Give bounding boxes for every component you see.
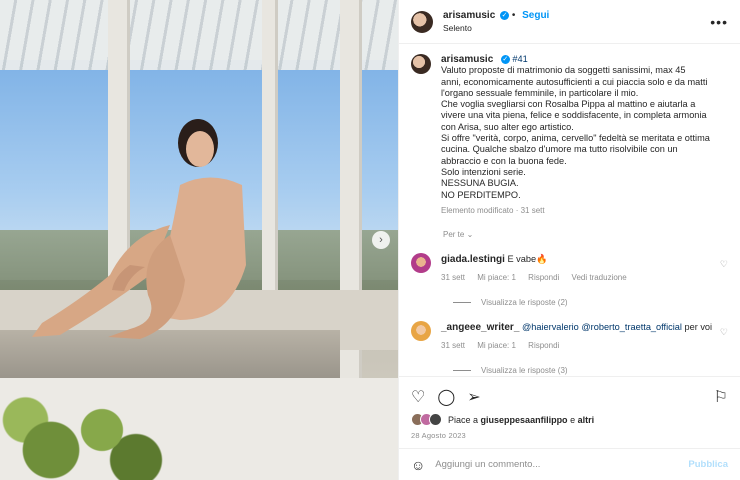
liker-avatars — [411, 413, 442, 426]
comment-username[interactable]: _angeee_writer_ — [441, 322, 519, 333]
separator-dot: • — [511, 10, 519, 21]
caption-line: Valuto proposte di matrimonio da soggett… — [441, 65, 686, 76]
comments-list[interactable]: arisamusic ✓ #41 Valuto proposte di matr… — [399, 44, 740, 376]
comment-time: 31 sett — [441, 273, 466, 283]
likes-user[interactable]: giuseppesaanfilippo — [481, 415, 568, 425]
likes-prefix: Piace a — [448, 414, 479, 425]
caption-body: arisamusic ✓ #41 Valuto proposte di matr… — [441, 54, 710, 216]
likes-others[interactable]: altri — [578, 415, 595, 425]
header-username[interactable]: arisamusic — [443, 10, 495, 21]
chevron-right-icon: › — [379, 234, 383, 246]
comment-item: giada.lestingi E vabe🔥 31 sett Mi piace:… — [411, 253, 728, 284]
reply-button[interactable]: Rispondi — [528, 273, 559, 282]
caption-line: l'organo sessuale femminile, in particol… — [441, 87, 639, 98]
avatar[interactable] — [411, 253, 431, 274]
heart-icon[interactable]: ♡ — [720, 259, 728, 270]
publish-button[interactable]: Pubblica — [688, 459, 728, 470]
avatar[interactable] — [411, 10, 433, 33]
caption-username[interactable]: arisamusic — [441, 54, 493, 65]
post-header: arisamusic ✓ • Segui Selento ••• — [399, 0, 740, 44]
seated-person-figure — [32, 119, 246, 339]
comment-meta: 31 sett Mi piace: 1 Rispondi — [441, 340, 728, 352]
caption-line: abbraccio e con la buona fede. — [441, 155, 567, 166]
add-comment-bar: ☺ Pubblica — [399, 448, 740, 480]
verified-badge-icon: ✓ — [500, 55, 510, 65]
hashtag-link[interactable]: #41 — [512, 54, 527, 64]
caption-line: Solo intenzioni serie. — [441, 166, 526, 177]
caption-line: anni, economicamente autosufficienti a c… — [441, 76, 708, 87]
header-info: arisamusic ✓ • Segui Selento — [443, 10, 710, 33]
pillar — [340, 0, 362, 420]
caption-line: NO PERDITEMPO. — [441, 189, 521, 200]
verified-badge-icon: ✓ — [500, 10, 510, 20]
chevron-down-icon: ⌄ — [466, 230, 474, 240]
view-replies-button[interactable]: Visualizza le risposte (3) — [453, 366, 728, 375]
for-you-toggle[interactable]: Per te ⌄ — [443, 230, 728, 239]
comment-item: _angeee_writer_ @haiervalerio @roberto_t… — [411, 321, 728, 352]
caption-line: NESSUNA BUGIA. — [441, 178, 519, 189]
more-horizontal-icon[interactable]: ••• — [710, 14, 728, 30]
post-sidebar: arisamusic ✓ • Segui Selento ••• arisamu… — [398, 0, 740, 480]
post-date: 28 Agosto 2023 — [411, 431, 466, 440]
caption-line: cucina. Qualche sbalzo d'umore ma tutto … — [441, 144, 678, 155]
pergola-roof — [0, 0, 398, 70]
bookmark-icon[interactable]: ⚐ — [714, 387, 728, 407]
comment-likes[interactable]: Mi piace: 1 — [477, 341, 516, 350]
action-icons: ♡ ◯ ➢ ⚐ — [411, 385, 728, 409]
reply-button[interactable]: Rispondi — [528, 341, 559, 350]
caption: arisamusic ✓ #41 Valuto proposte di matr… — [411, 54, 728, 216]
view-replies-button[interactable]: Visualizza le risposte (2) — [453, 298, 728, 307]
mention-link[interactable]: @roberto_traetta_official — [581, 322, 682, 332]
follow-button[interactable]: Segui — [522, 10, 549, 21]
for-you-label: Per te — [443, 230, 465, 240]
comment-body: giada.lestingi E vabe🔥 31 sett Mi piace:… — [441, 253, 728, 284]
comment-likes[interactable]: Mi piace: 1 — [477, 273, 516, 282]
caption-line: Che voglia svegliarsi con Rosalba Pippa … — [441, 99, 696, 110]
comment-icon[interactable]: ◯ — [437, 387, 455, 407]
next-photo-button[interactable]: › — [372, 231, 390, 249]
plant-foliage — [0, 380, 170, 480]
comment-time: 31 sett — [441, 341, 466, 351]
action-bar: ♡ ◯ ➢ ⚐ Piace a giuseppesaanfilippo e al… — [399, 376, 740, 440]
comment-body: _angeee_writer_ @haiervalerio @roberto_t… — [441, 321, 728, 352]
likes-and: e — [570, 414, 576, 425]
see-translation-button[interactable]: Vedi traduzione — [572, 273, 627, 282]
avatar[interactable] — [411, 54, 431, 74]
likes-summary[interactable]: Piace a giuseppesaanfilippo e altri — [411, 413, 728, 426]
post-photo[interactable]: › — [0, 0, 398, 480]
comment-username[interactable]: giada.lestingi — [441, 254, 505, 265]
emoji-icon[interactable]: ☺ — [411, 457, 425, 473]
caption-line: con Arisa, suo alter ego artistico. — [441, 121, 574, 132]
avatar[interactable] — [411, 321, 431, 342]
heart-icon[interactable]: ♡ — [720, 327, 728, 338]
send-icon[interactable]: ➢ — [467, 387, 480, 407]
comment-text: E vabe🔥 — [507, 254, 548, 265]
caption-line: Si offre "verità, corpo, anima, cervello… — [441, 133, 710, 144]
mention-link[interactable]: @haiervalerio — [522, 322, 579, 332]
caption-line: vivere una vita piena, felice e soddisfa… — [441, 110, 707, 121]
comment-text: per voi — [684, 322, 713, 333]
comment-meta: 31 sett Mi piace: 1 Rispondi Vedi traduz… — [441, 272, 728, 284]
heart-icon[interactable]: ♡ — [411, 387, 425, 407]
caption-meta: Elemento modificato · 31 sett — [441, 205, 545, 215]
post-dialog: › arisamusic ✓ • Segui Selento ••• arisa… — [0, 0, 740, 480]
location-link[interactable]: Selento — [443, 23, 710, 33]
comment-input[interactable] — [435, 459, 689, 470]
